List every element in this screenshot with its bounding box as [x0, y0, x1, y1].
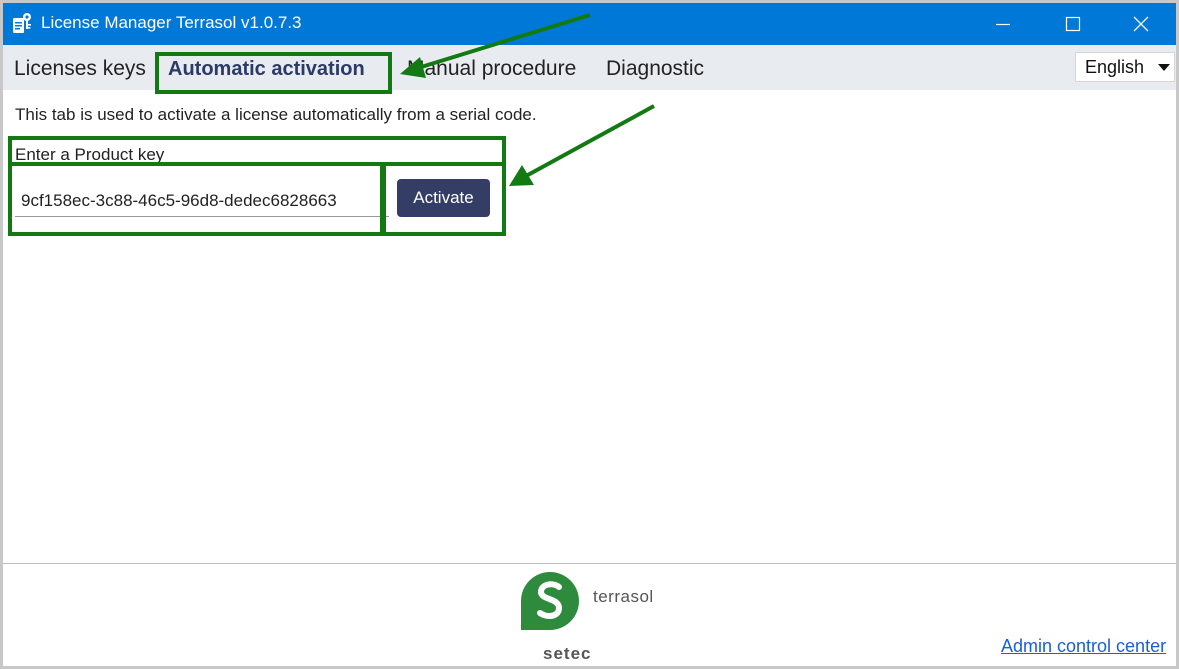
- tab-description: This tab is used to activate a license a…: [15, 105, 537, 124]
- language-select[interactable]: English: [1075, 52, 1175, 82]
- highlight-tab-box: [155, 52, 392, 94]
- tab-licenses-keys[interactable]: Licenses keys: [14, 57, 146, 81]
- brand-name: terrasol: [593, 587, 654, 606]
- close-icon: [1133, 16, 1149, 32]
- brand-sub: setec: [543, 644, 592, 663]
- terrasol-logo-icon: [521, 572, 579, 630]
- maximize-button[interactable]: [1038, 3, 1108, 45]
- language-selected: English: [1085, 57, 1145, 77]
- close-button[interactable]: [1106, 3, 1176, 45]
- footer-divider: [3, 563, 1176, 564]
- minimize-icon: [996, 23, 1010, 26]
- chevron-down-icon: [1158, 64, 1170, 71]
- highlight-input-box: [8, 162, 386, 236]
- minimize-button[interactable]: [968, 3, 1038, 45]
- app-icon: [13, 13, 31, 33]
- highlight-button-box: [380, 162, 506, 236]
- tab-diagnostic[interactable]: Diagnostic: [606, 57, 704, 81]
- license-manager-window: License Manager Terrasol v1.0.7.3 Licens…: [0, 0, 1179, 669]
- tab-manual-procedure[interactable]: Manual procedure: [407, 57, 576, 81]
- window-title: License Manager Terrasol v1.0.7.3: [41, 13, 302, 32]
- maximize-icon: [1065, 16, 1081, 32]
- admin-control-center-link[interactable]: Admin control center: [1001, 636, 1166, 657]
- title-bar[interactable]: License Manager Terrasol v1.0.7.3: [3, 3, 1176, 45]
